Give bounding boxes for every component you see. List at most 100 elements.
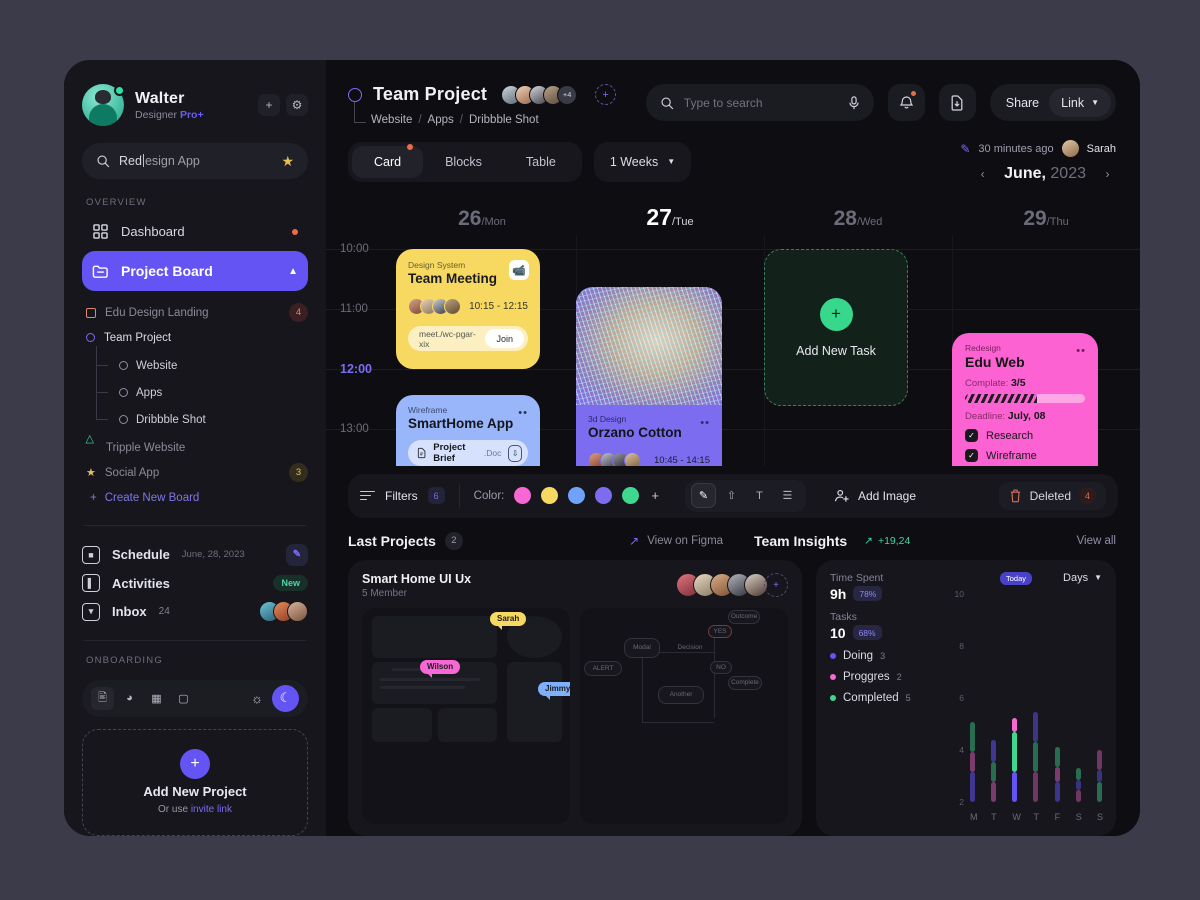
event-title: Orzano Cotton [588,425,682,440]
event-card-smarthome-app[interactable]: Wireframe SmartHome App •• Project Brief… [396,395,540,466]
join-button[interactable]: Join [485,329,524,348]
event-card-team-meeting[interactable]: Design System Team Meeting 📹 10:15 - 12:… [396,249,540,369]
sidebar-item-activities[interactable]: ▌ Activities New [82,569,308,598]
download-button[interactable] [938,84,976,121]
sidebar-item-apps[interactable]: Apps [96,379,308,406]
bookmark-icon[interactable]: ▢ [172,687,195,710]
add-button[interactable]: + [258,94,280,116]
add-image-button[interactable]: Add Image [834,488,916,503]
tab-table[interactable]: Table [504,146,578,178]
color-swatch-blue[interactable] [568,487,586,504]
checklist-item[interactable]: ✓ Wireframe [965,449,1085,462]
search-input[interactable]: Red esign App ★ [82,143,308,180]
chart-range-dropdown[interactable]: Days ▼ [1063,572,1102,584]
breadcrumb-item[interactable]: Dribbble Shot [469,114,539,126]
add-new-task-card[interactable]: + Add New Task [764,249,908,406]
sidebar-item-website[interactable]: Website [96,352,308,379]
meeting-url: meet./wc-pgar-xix [419,328,476,349]
sidebar-item-social-app[interactable]: ★ Social App 3 [86,460,308,485]
sidebar-item-edu-design-landing[interactable]: Edu Design Landing 4 [86,300,308,325]
more-options-icon[interactable]: •• [700,417,710,429]
project-avatars[interactable]: + [676,573,788,597]
checklist-item[interactable]: ✓ Research [965,429,1085,442]
next-month-button[interactable]: › [1099,166,1116,183]
link-dropdown[interactable]: Link ▼ [1049,88,1111,117]
more-options-icon[interactable]: •• [1076,345,1086,357]
download-icon[interactable]: ⇩ [508,444,522,462]
add-member-button[interactable]: + [764,573,788,597]
event-card-edu-web[interactable]: Redesign Edu Web •• Complate: 3/5 Deadli… [952,333,1098,466]
notifications-button[interactable] [887,84,925,121]
day-header[interactable]: 28/Wed [764,207,952,231]
color-swatch-yellow[interactable] [541,487,559,504]
color-swatch-pink[interactable] [514,487,532,504]
breadcrumb-item[interactable]: Website [371,114,412,126]
gear-icon[interactable]: ⚙ [286,94,308,116]
day-header[interactable]: 26/Mon [388,207,576,231]
sidebar-item-inbox[interactable]: ▾ Inbox 24 [82,598,308,627]
text-icon[interactable]: T [747,483,772,508]
thumbnail-flow-diagram[interactable]: Modal Decision ALERT Another Outcome YES… [580,607,788,824]
share-button[interactable]: Share [1006,96,1039,110]
tab-card[interactable]: Card [352,143,424,178]
wallet-icon[interactable]: ▦ [145,687,168,710]
plus-icon[interactable]: + [819,297,853,331]
event-card-orzano-cotton[interactable]: 3d Design Orzano Cotton •• 10:45 - 14:15 [576,287,722,466]
node-no: NO [710,660,732,674]
prev-month-button[interactable]: ‹ [974,166,991,183]
deadline-value: July, 08 [1007,410,1046,422]
view-on-figma-button[interactable]: ↗ View on Figma [629,534,723,548]
current-month: June, 2023 [1004,165,1086,182]
onboarding-toolbar: 🖹 ◕ ▦ ▢ ☼ ☾ [82,680,308,717]
add-project-title: Add New Project [143,784,247,800]
range-dropdown[interactable]: 1 Weeks ▼ [593,141,692,182]
tab-blocks[interactable]: Blocks [423,146,504,178]
list-icon[interactable]: ☰ [775,483,800,508]
add-color-button[interactable]: + [651,488,659,503]
more-options-icon[interactable]: •• [518,407,528,419]
upload-icon[interactable]: ⇧ [719,483,744,508]
filter-icon [360,490,375,501]
sidebar-item-dribbble-shot[interactable]: Dribbble Shot [96,406,308,433]
star-icon[interactable]: ★ [281,153,294,170]
doc-icon[interactable]: 🖹 [91,686,114,710]
sidebar-item-project-board[interactable]: Project Board ▲ [82,251,308,292]
filters-button[interactable]: Filters 6 [360,483,460,508]
checkbox-checked[interactable]: ✓ [965,449,978,462]
plus-icon[interactable]: + [180,749,210,780]
month-navigator: ‹ June, 2023 › [974,165,1116,183]
user-profile[interactable]: Walter Designer Pro+ + ⚙ [82,80,308,126]
board-count: 4 [289,303,308,323]
add-member-button[interactable]: + [595,84,617,105]
day-header-today[interactable]: 27/Tue [576,204,764,231]
edit-icon[interactable]: ✎ [286,543,308,566]
create-new-board-button[interactable]: + Create New Board [86,485,308,511]
attachment-row[interactable]: Project Brief .Doc ⇩ [408,440,528,466]
pencil-icon[interactable]: ✎ [690,483,716,508]
checkbox-checked[interactable]: ✓ [965,429,978,442]
day-header[interactable]: 29/Thu [952,207,1140,231]
deleted-button[interactable]: Deleted 4 [998,481,1106,510]
avatar-overflow-count: +4 [557,84,578,105]
hour-label-now: 12:00 [340,362,372,376]
member-avatars[interactable]: +4 [501,84,578,105]
sidebar-item-schedule[interactable]: ■ Schedule June, 28, 2023 ✎ [82,540,308,569]
color-swatch-green[interactable] [622,487,640,504]
breadcrumb-item[interactable]: Apps [428,114,454,126]
add-new-project-card[interactable]: + Add New Project Or use invite link [82,728,308,836]
light-mode-icon[interactable]: ☼ [251,691,268,706]
dark-mode-toggle[interactable]: ☾ [272,684,299,712]
pie-icon[interactable]: ◕ [118,687,141,710]
sidebar-item-dashboard[interactable]: Dashboard [82,216,308,247]
event-kicker: 3d Design [588,414,627,424]
attachment-name: Project Brief [433,442,466,464]
legend-item-completed: Completed 5 [830,692,948,704]
view-all-button[interactable]: View all [1077,535,1116,547]
sidebar-item-team-project[interactable]: Team Project [86,325,308,350]
sidebar: Walter Designer Pro+ + ⚙ Red esign App ★ … [64,60,326,836]
sidebar-item-tripple-website[interactable]: Tripple Website [86,434,308,460]
circle-icon [119,415,128,425]
color-swatch-purple[interactable] [595,487,613,504]
global-search-input[interactable]: Type to search [645,84,874,121]
thumbnail-ui-mockups[interactable]: Sarah Wilson Jimmy [362,607,570,824]
